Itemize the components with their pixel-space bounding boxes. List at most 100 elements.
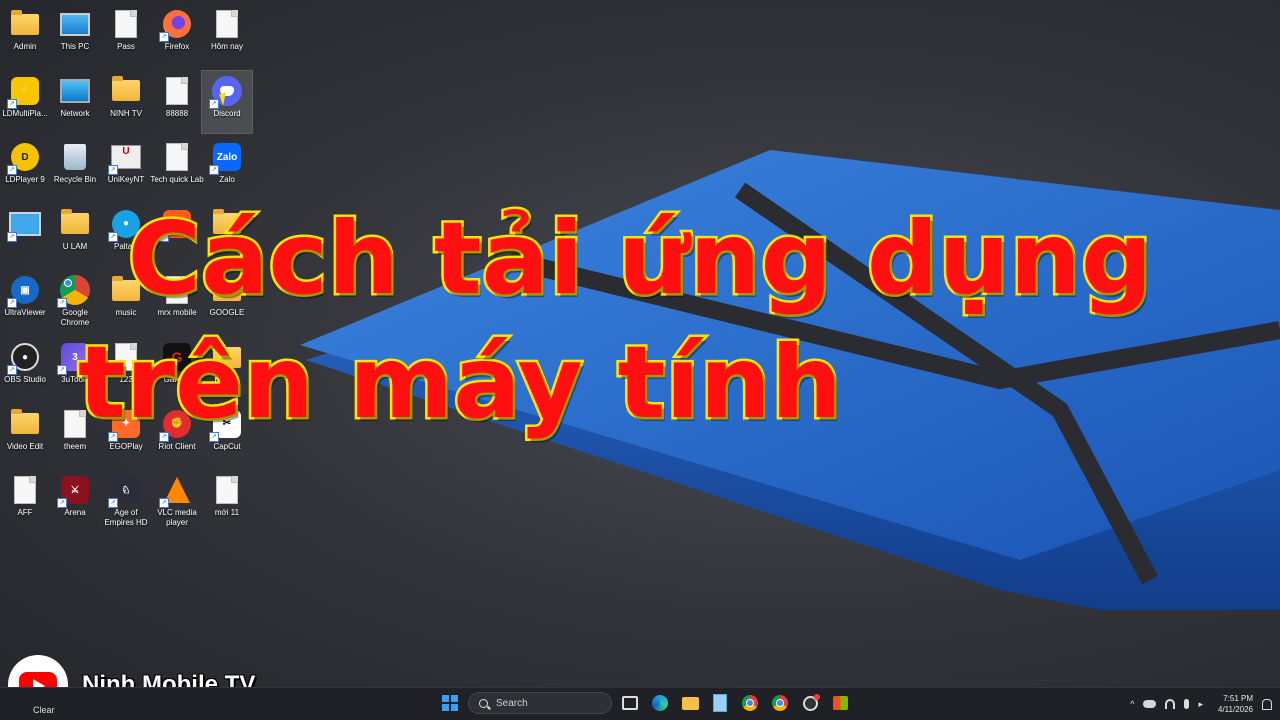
desktop-icon-label: UniKeyNT — [107, 175, 145, 185]
desktop-icon-folder[interactable]: NINH TV — [101, 71, 151, 133]
desktop-icon-label: Network — [60, 108, 90, 118]
desktop-icon-file[interactable]: AFF — [0, 470, 50, 532]
taskbar-center: Search — [438, 691, 852, 715]
headline-line-1: Cách tải ứng dụng — [125, 198, 1155, 320]
onedrive-icon[interactable] — [1143, 700, 1157, 708]
clock-time: 7:51 PM — [1223, 694, 1253, 703]
headline-line-2: trên máy tính — [75, 322, 844, 444]
search-placeholder: Search — [496, 697, 528, 709]
clock[interactable]: 7:51 PM 4/11/2026 — [1218, 693, 1253, 715]
desktop-icon-file[interactable]: Hôm nay — [202, 4, 252, 66]
notepad-icon — [713, 694, 727, 712]
edge-button[interactable] — [648, 691, 672, 715]
shortcut-arrow-icon: ↗ — [159, 32, 169, 42]
edge-icon — [652, 695, 668, 711]
network-icon[interactable] — [1165, 699, 1176, 709]
chrome-button-2[interactable] — [768, 691, 792, 715]
desktop-icon-label: 88888 — [165, 108, 189, 118]
windows-icon — [442, 695, 458, 711]
folder-icon — [9, 8, 41, 40]
system-tray: ^ ▸ 7:51 PM 4/11/2026 — [1130, 688, 1272, 720]
desktop-icon-ldmulti[interactable]: ⚡ ↗ LDMultiPla... — [0, 71, 50, 133]
weather-label[interactable]: Clear — [33, 705, 55, 715]
show-hidden-icons-button[interactable]: ^ — [1130, 699, 1134, 709]
file-icon — [9, 474, 41, 506]
ldplayer-icon: D ↗ — [7, 141, 41, 176]
desktop-icon-recycle[interactable]: Recycle Bin — [50, 137, 100, 199]
file-icon — [110, 8, 142, 40]
desktop-icon-label: NINH TV — [110, 108, 142, 118]
desktop-icon-file[interactable]: 88888 — [152, 71, 202, 133]
shortcut-arrow-icon: ↗ — [209, 98, 219, 109]
vlc-icon: ↗ — [159, 474, 193, 509]
task-view-icon — [622, 696, 638, 710]
desktop-icon-label: LDMultiPla... — [2, 108, 48, 118]
notepad-button[interactable] — [708, 691, 732, 715]
shortcut-arrow-icon: ↗ — [159, 498, 169, 509]
desktop-icon-label: theem — [63, 441, 87, 451]
desktop-icon-zalo[interactable]: Zalo ↗ Zalo — [202, 137, 252, 199]
file-icon — [211, 8, 243, 40]
desktop-icon-label: EGOPlay — [109, 441, 143, 451]
shortcut-arrow-icon: ↗ — [7, 165, 17, 176]
clock-date: 4/11/2026 — [1218, 705, 1253, 714]
file-icon — [161, 75, 193, 107]
ldmulti-icon: ⚡ ↗ — [7, 75, 41, 109]
file-icon — [161, 141, 193, 173]
desktop-icon-label: Firefox — [164, 42, 190, 51]
desktop-icon-label: mới 11 — [214, 508, 240, 518]
start-button[interactable] — [438, 691, 462, 715]
desktop-icon-label: Tech quick Lab — [150, 175, 204, 185]
pc-icon — [59, 8, 91, 40]
unikey-icon: U ↗ — [108, 141, 142, 176]
chrome-button-1[interactable] — [738, 691, 762, 715]
search-icon — [479, 698, 488, 708]
desktop-icon-label: LDPlayer 9 — [5, 175, 45, 185]
headline: Cách tải ứng dụng trên máy tính — [0, 198, 1280, 444]
network-icon — [59, 75, 91, 107]
desktop-icon-firefox[interactable]: ↗ Firefox — [152, 4, 202, 66]
obs-button[interactable] — [798, 691, 822, 715]
desktop-icon-label: VLC media player — [157, 508, 197, 527]
volume-icon[interactable]: ▸ — [1198, 699, 1203, 710]
shortcut-arrow-icon: ↗ — [57, 498, 67, 509]
search-box[interactable]: Search — [468, 692, 612, 714]
desktop-icon-pc[interactable]: This PC — [50, 4, 100, 66]
shortcut-arrow-icon: ↗ — [108, 498, 118, 509]
desktop-icon-arena[interactable]: ⚔ ↗ Arena — [50, 470, 100, 532]
zalo-icon: Zalo ↗ — [209, 141, 243, 176]
desktop-icon-label: Age of Empires HD — [104, 508, 148, 527]
notification-bell-icon[interactable] — [1262, 698, 1272, 710]
desktop-icon-label: Hôm nay — [210, 42, 243, 51]
chrome-icon — [772, 695, 788, 711]
microphone-icon[interactable] — [1184, 699, 1190, 709]
desktop-icon-label: This PC — [60, 42, 90, 51]
obs-icon — [802, 693, 820, 711]
desktop-icon-label: Riot Client — [158, 441, 196, 451]
desktop-icon-network[interactable]: Network — [50, 71, 100, 133]
desktop-icon-label: Discord — [213, 108, 241, 118]
store-icon — [832, 696, 848, 710]
task-view-button[interactable] — [618, 691, 642, 715]
desktop-icon-label: Arena — [64, 508, 86, 518]
desktop-icon-file[interactable]: mới 11 — [202, 470, 252, 532]
desktop-icon-ldplayer[interactable]: D ↗ LDPlayer 9 — [0, 137, 50, 199]
desktop-icon-label: Admin — [13, 42, 37, 51]
arena-icon: ⚔ ↗ — [57, 474, 91, 509]
desktop-icon-label: Zalo — [219, 175, 235, 185]
desktop-icon-label: Recycle Bin — [53, 175, 97, 185]
desktop-icon-unikey[interactable]: U ↗ UniKeyNT — [101, 137, 151, 199]
desktop-icon-file[interactable]: Pass — [101, 4, 151, 66]
desktop-icon-vlc[interactable]: ↗ VLC media player — [152, 470, 202, 532]
desktop-icon-aoe[interactable]: ♘ ↗ Age of Empires HD — [101, 470, 151, 532]
shortcut-arrow-icon: ↗ — [209, 165, 219, 176]
desktop-icon-folder[interactable]: Admin — [0, 4, 50, 66]
file-explorer-button[interactable] — [678, 691, 702, 715]
desktop-icon-file[interactable]: Tech quick Lab — [150, 137, 204, 199]
taskbar: Clear Search ^ ▸ 7:51 PM 4/11/2026 — [0, 687, 1280, 720]
recycle-icon — [59, 141, 91, 173]
store-button[interactable] — [828, 691, 852, 715]
desktop-icon-label: CapCut — [213, 441, 241, 451]
firefox-icon: ↗ — [159, 8, 193, 42]
folder-icon — [110, 75, 142, 107]
